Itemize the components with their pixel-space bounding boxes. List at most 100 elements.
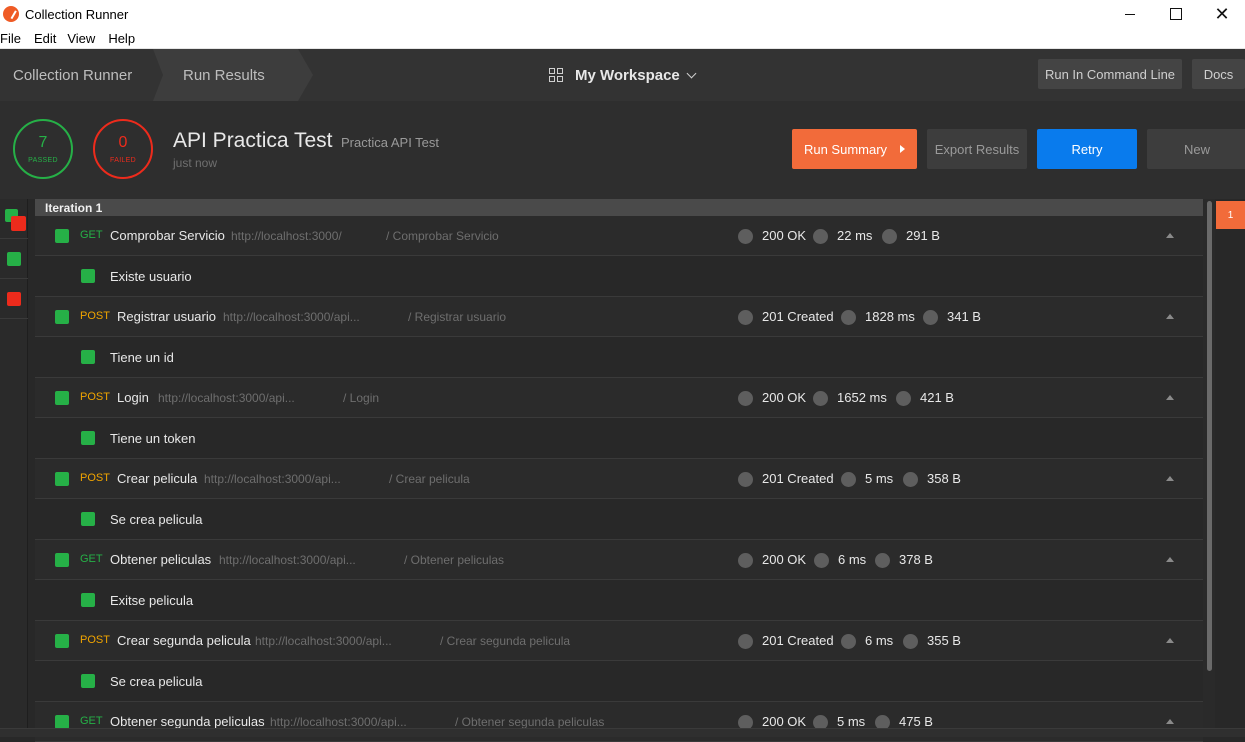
menu-edit[interactable]: Edit (34, 31, 67, 46)
close-button[interactable]: ✕ (1199, 0, 1245, 28)
request-name: Registrar usuario (117, 309, 216, 324)
request-row[interactable]: POST Login http://localhost:3000/api... … (35, 378, 1203, 418)
pass-square-icon (55, 553, 69, 567)
menu-file[interactable]: File (0, 31, 34, 46)
collection-name: API Practica Test (173, 129, 333, 152)
retry-button[interactable]: Retry (1037, 129, 1137, 169)
pass-square-icon (81, 431, 95, 445)
response-size: 341 B (947, 309, 981, 324)
workspace-name: My Workspace (575, 66, 680, 84)
breadcrumb-collection-runner[interactable]: Collection Runner (0, 49, 160, 101)
response-size: 475 B (899, 714, 933, 729)
collapse-caret-icon[interactable] (1166, 476, 1174, 481)
request-method: GET (80, 553, 103, 565)
iteration-header: Iteration 1 (35, 199, 1203, 216)
window-title: Collection Runner (25, 6, 129, 22)
size-dot-icon (903, 634, 918, 649)
minimize-button[interactable] (1107, 0, 1153, 28)
collapse-caret-icon[interactable] (1166, 395, 1174, 400)
test-row: Tiene un id (35, 337, 1203, 378)
docs-button[interactable]: Docs (1192, 59, 1245, 89)
collapse-caret-icon[interactable] (1166, 314, 1174, 319)
collapse-caret-icon[interactable] (1166, 233, 1174, 238)
request-row[interactable]: GET Obtener peliculas http://localhost:3… (35, 540, 1203, 580)
run-summary-label: Run Summary (803, 141, 888, 157)
passed-counter: 7 PASSED (13, 119, 73, 179)
request-url: http://localhost:3000/api... (219, 553, 356, 567)
postman-logo-icon (3, 6, 19, 22)
pass-square-icon (7, 252, 21, 266)
time-dot-icon (814, 553, 829, 568)
request-method: POST (80, 472, 110, 484)
request-path: / Login (343, 391, 380, 405)
request-path: / Crear pelicula (389, 472, 470, 486)
filter-failed[interactable] (0, 279, 28, 319)
test-name: Se crea pelicula (110, 674, 203, 689)
collapse-caret-icon[interactable] (1166, 638, 1174, 643)
response-status: 201 Created (762, 471, 834, 486)
response-size: 421 B (920, 390, 954, 405)
request-method: POST (80, 634, 110, 646)
request-method: GET (80, 715, 103, 727)
response-size: 291 B (906, 228, 940, 243)
collapse-caret-icon[interactable] (1166, 557, 1174, 562)
request-url: http://localhost:3000/api... (158, 391, 295, 405)
filter-all[interactable] (0, 199, 28, 239)
request-row[interactable]: POST Registrar usuario http://localhost:… (35, 297, 1203, 337)
request-row[interactable]: POST Crear pelicula http://localhost:300… (35, 459, 1203, 499)
time-dot-icon (813, 391, 828, 406)
request-path: / Crear segunda pelicula (440, 634, 571, 648)
passed-count: 7 (38, 133, 48, 151)
size-dot-icon (923, 310, 938, 325)
environment-name: Practica API Test (341, 135, 440, 150)
request-url: http://localhost:3000/api... (223, 310, 360, 324)
size-dot-icon (896, 391, 911, 406)
request-name: Crear pelicula (117, 471, 198, 486)
menu-bar: File Edit View Help (0, 28, 1245, 49)
status-bar (0, 728, 1245, 737)
time-dot-icon (841, 310, 856, 325)
time-dot-icon (841, 634, 856, 649)
pass-square-icon (55, 472, 69, 486)
status-dot-icon (738, 310, 753, 325)
workspace-selector[interactable]: My Workspace (549, 49, 697, 101)
request-method: POST (80, 391, 110, 403)
pass-square-icon (55, 715, 69, 729)
response-status: 200 OK (762, 228, 807, 243)
run-summary-button[interactable]: Run Summary (792, 129, 917, 169)
iteration-badge[interactable]: 1 (1216, 201, 1245, 229)
results-list: Iteration 1 GET Comprobar Servicio http:… (35, 199, 1203, 742)
pass-square-icon (81, 674, 95, 688)
response-size: 378 B (899, 552, 933, 567)
results-scrollbar-thumb[interactable] (1207, 201, 1212, 671)
new-button[interactable]: New (1147, 129, 1245, 169)
test-name: Tiene un token (110, 431, 196, 446)
run-in-command-line-button[interactable]: Run In Command Line (1038, 59, 1182, 89)
pass-square-icon (81, 593, 95, 607)
request-url: http://localhost:3000/api... (204, 472, 341, 486)
maximize-button[interactable] (1153, 0, 1199, 28)
pass-square-icon (55, 310, 69, 324)
response-time: 5 ms (837, 714, 866, 729)
request-path: / Obtener segunda peliculas (455, 715, 605, 729)
request-row[interactable]: GET Comprobar Servicio http://localhost:… (35, 216, 1203, 256)
time-dot-icon (813, 229, 828, 244)
pass-square-icon (81, 350, 95, 364)
menu-view[interactable]: View (67, 31, 108, 46)
response-status: 200 OK (762, 714, 807, 729)
status-dot-icon (738, 634, 753, 649)
request-row[interactable]: POST Crear segunda pelicula http://local… (35, 621, 1203, 661)
filter-passed[interactable] (0, 239, 28, 279)
failed-counter: 0 FAILED (93, 119, 153, 179)
collapse-caret-icon[interactable] (1166, 719, 1174, 724)
menu-help[interactable]: Help (108, 31, 142, 46)
test-row: Exitse pelicula (35, 580, 1203, 621)
passed-label: PASSED (28, 156, 58, 164)
request-name: Crear segunda pelicula (117, 633, 251, 648)
test-name: Se crea pelicula (110, 512, 203, 527)
breadcrumb-run-results[interactable]: Run Results (153, 49, 313, 101)
request-path: / Registrar usuario (408, 310, 507, 324)
export-results-button[interactable]: Export Results (927, 129, 1027, 169)
status-dot-icon (738, 391, 753, 406)
request-name: Comprobar Servicio (110, 228, 225, 243)
